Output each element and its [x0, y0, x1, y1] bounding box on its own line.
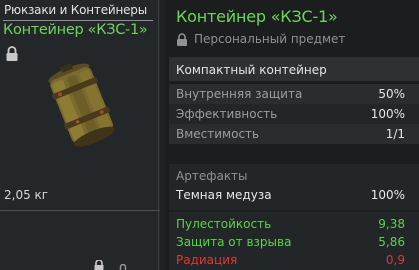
- stat-label: Внутренняя защита: [176, 87, 303, 101]
- artifact-value: 100%: [370, 188, 405, 202]
- item-name: Контейнер «КЗС-1»: [3, 22, 148, 38]
- lock-icon: [6, 46, 18, 61]
- stat-value: 50%: [378, 87, 405, 101]
- property-value: 9,38: [378, 217, 405, 231]
- property-value: 5,86: [378, 235, 405, 249]
- container-item-icon: [48, 63, 115, 147]
- item-description: Компактный контейнер: [176, 63, 327, 77]
- stat-row: Вместимость 1/1: [169, 124, 419, 144]
- lock-icon: [119, 264, 127, 270]
- personal-item-label: Персональный предмет: [194, 32, 346, 46]
- artifacts-header: Артефакты: [176, 169, 248, 183]
- property-label: Радиация: [176, 253, 238, 267]
- item-category: Рюкзаки и Контейнеры: [4, 3, 147, 17]
- tooltip-title: Контейнер «КЗС-1»: [176, 7, 338, 26]
- stats-list: Внутренняя защита 50% Эффективность 100%…: [169, 84, 419, 144]
- lock-icon: [94, 260, 104, 270]
- cell-divider: [0, 210, 160, 211]
- property-label: Защита от взрыва: [176, 235, 292, 249]
- property-value: 0,9: [385, 253, 405, 267]
- item-tooltip: Контейнер «КЗС-1» Персональный предмет К…: [165, 0, 419, 270]
- stat-value: 100%: [370, 107, 405, 121]
- property-label: Пулестойкость: [176, 217, 272, 231]
- cell-border: [158, 0, 159, 270]
- item-weight: 2,05 кг: [4, 188, 49, 202]
- lock-icon: [177, 33, 187, 46]
- artifact-name: Темная медуза: [176, 188, 272, 202]
- stat-label: Вместимость: [176, 127, 260, 141]
- stat-row: Внутренняя защита 50%: [169, 84, 419, 104]
- category-divider: [3, 20, 153, 21]
- stat-row: Эффективность 100%: [169, 104, 419, 124]
- stat-value: 1/1: [385, 127, 405, 141]
- inventory-item-cell[interactable]: Рюкзаки и Контейнеры Контейнер «КЗС-1» 2…: [0, 0, 160, 270]
- stat-label: Эффективность: [176, 107, 278, 121]
